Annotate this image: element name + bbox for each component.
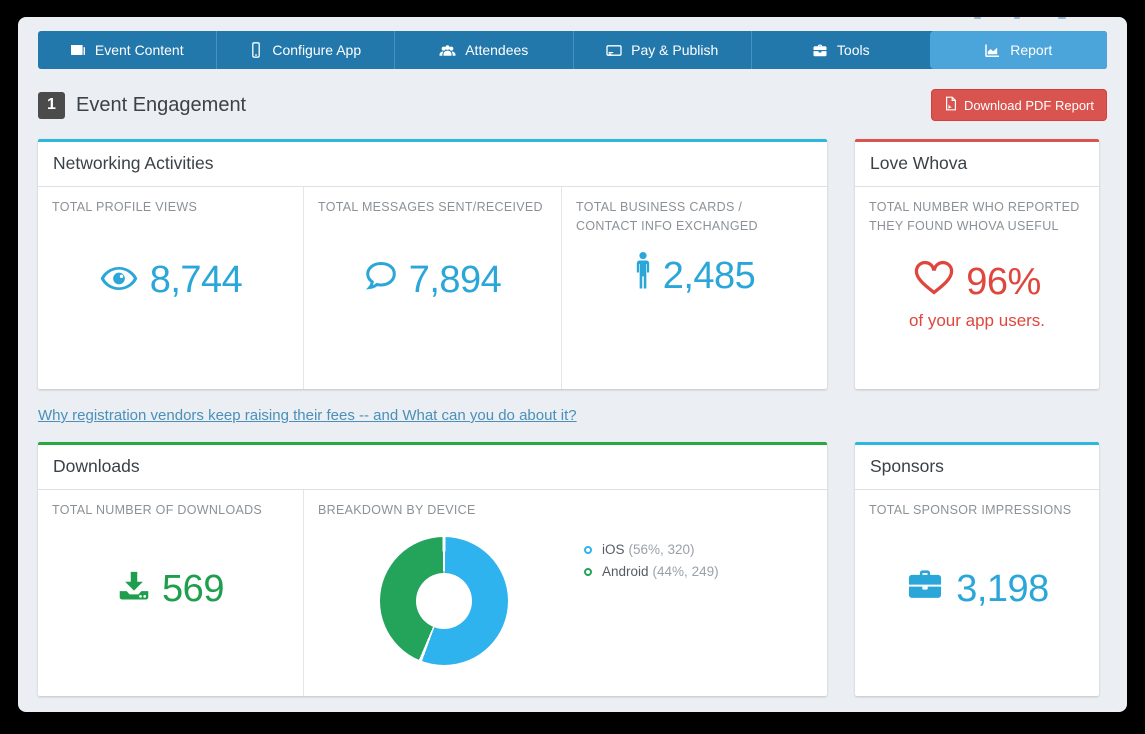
users-icon [439, 43, 456, 58]
tab-report[interactable]: Report [930, 31, 1108, 69]
card-title: Sponsors [855, 445, 1099, 490]
networking-activities-card: Networking Activities TOTAL PROFILE VIEW… [38, 139, 827, 389]
downloads-card: Downloads TOTAL NUMBER OF DOWNLOADS 569 … [38, 442, 827, 696]
stat-value: 3,198 [956, 568, 1049, 611]
stat-business-cards: TOTAL BUSINESS CARDS / CONTACT INFO EXCH… [561, 187, 827, 389]
love-whova-card: Love Whova TOTAL NUMBER WHO REPORTED THE… [855, 139, 1099, 389]
sponsors-card: Sponsors TOTAL SPONSOR IMPRESSIONS 3,198 [855, 442, 1099, 696]
legend-name: Android [602, 564, 649, 579]
main-nav: Event Content Configure App Attendees Pa… [38, 31, 1107, 69]
area-chart-icon [984, 43, 1001, 58]
eye-icon [99, 259, 139, 302]
promo-row: Why registration vendors keep raising th… [38, 407, 1107, 428]
newspaper-icon [70, 42, 86, 58]
stat-label: TOTAL NUMBER OF DOWNLOADS [52, 501, 289, 520]
legend-name: iOS [602, 542, 625, 557]
button-label: Download PDF Report [964, 98, 1094, 113]
tab-label: Event Content [95, 42, 184, 58]
person-icon [634, 251, 652, 301]
card-title: Downloads [38, 445, 827, 490]
pdf-file-icon [944, 96, 957, 114]
stat-value: 2,485 [663, 255, 756, 298]
download-pdf-report-button[interactable]: Download PDF Report [931, 89, 1107, 121]
tab-label: Configure App [272, 42, 361, 58]
app-window: Event Content Configure App Attendees Pa… [18, 17, 1127, 712]
tab-pay-publish[interactable]: Pay & Publish [573, 31, 752, 69]
registration-fees-link[interactable]: Why registration vendors keep raising th… [38, 407, 577, 424]
stat-label: TOTAL PROFILE VIEWS [52, 198, 289, 217]
legend-item-ios[interactable]: iOS (56%, 320) [584, 542, 719, 557]
stat-label: TOTAL MESSAGES SENT/RECEIVED [318, 198, 547, 217]
credit-card-icon [606, 43, 622, 58]
legend-detail: (44%, 249) [653, 564, 719, 579]
page-title: Event Engagement [76, 94, 246, 117]
chart-legend: iOS (56%, 320) Android (44%, 249) [584, 542, 719, 586]
device-donut-chart[interactable] [380, 537, 508, 665]
section-number-badge: 1 [38, 92, 65, 119]
android-legend-marker-icon [584, 568, 592, 576]
download-icon [117, 568, 151, 611]
tab-event-content[interactable]: Event Content [38, 31, 216, 69]
sponsor-briefcase-icon [905, 568, 945, 611]
chat-bubble-icon [364, 259, 398, 302]
card-title: Love Whova [855, 142, 1099, 187]
stat-value: 569 [162, 568, 224, 611]
stat-label: TOTAL NUMBER WHO REPORTED THEY FOUND WHO… [869, 198, 1085, 237]
stat-value: 7,894 [409, 259, 502, 302]
tab-label: Pay & Publish [631, 42, 718, 58]
stat-label: BREAKDOWN BY DEVICE [318, 501, 813, 520]
stat-label: TOTAL BUSINESS CARDS / CONTACT INFO EXCH… [576, 198, 796, 237]
heart-icon [913, 259, 955, 306]
tab-label: Report [1010, 42, 1052, 58]
stat-value: 8,744 [150, 259, 243, 302]
tab-label: Tools [837, 42, 870, 58]
ios-legend-marker-icon [584, 546, 592, 554]
tab-label: Attendees [465, 42, 528, 58]
legend-item-android[interactable]: Android (44%, 249) [584, 564, 719, 579]
page-header: 1 Event Engagement Download PDF Report [38, 90, 1107, 120]
stat-value: 96% [966, 261, 1041, 304]
tab-configure-app[interactable]: Configure App [216, 31, 395, 69]
tab-tools[interactable]: Tools [751, 31, 930, 69]
tab-attendees[interactable]: Attendees [394, 31, 573, 69]
stat-messages: TOTAL MESSAGES SENT/RECEIVED 7,894 [303, 187, 561, 389]
stat-profile-views: TOTAL PROFILE VIEWS 8,744 [38, 187, 303, 389]
stat-total-downloads: TOTAL NUMBER OF DOWNLOADS 569 [38, 490, 303, 696]
briefcase-icon [812, 43, 828, 58]
legend-detail: (56%, 320) [629, 542, 695, 557]
mobile-icon [249, 42, 263, 58]
device-breakdown-panel: BREAKDOWN BY DEVICE iOS (56%, 320) Androi… [303, 490, 827, 696]
card-title: Networking Activities [38, 142, 827, 187]
stat-subtext: of your app users. [855, 311, 1099, 331]
stat-label: TOTAL SPONSOR IMPRESSIONS [869, 501, 1085, 520]
